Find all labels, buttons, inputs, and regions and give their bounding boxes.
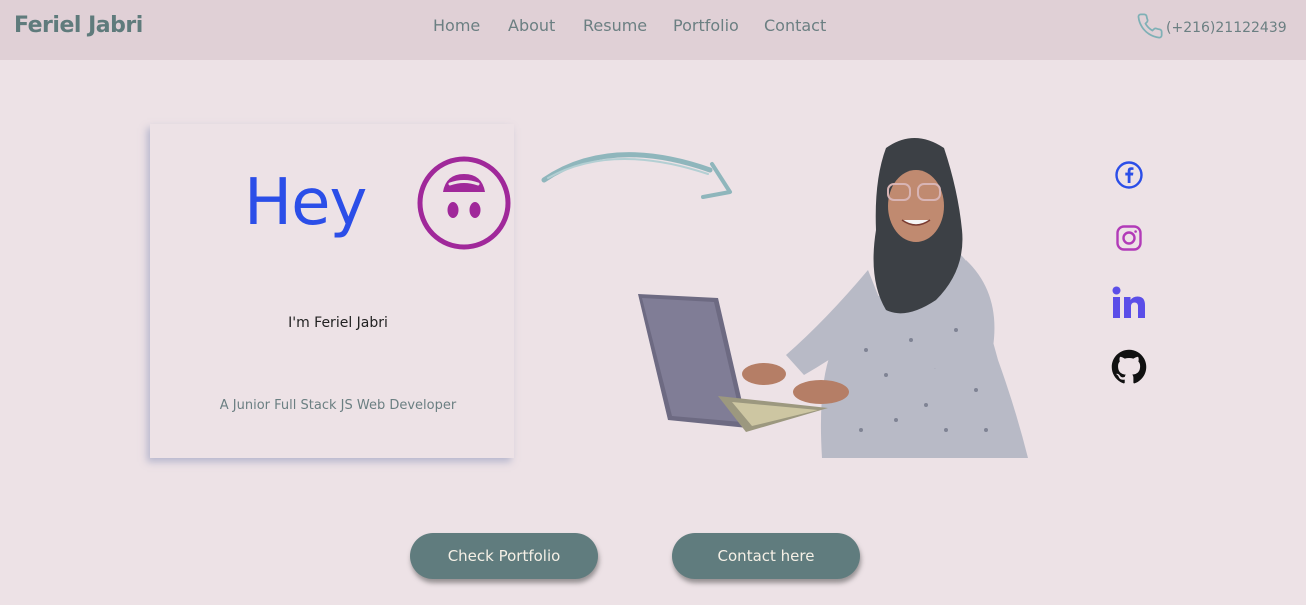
phone-number: (+216)21122439 xyxy=(1166,20,1287,36)
nav-contact[interactable]: Contact xyxy=(764,16,826,35)
nav-home[interactable]: Home xyxy=(433,16,480,35)
portrait-photo xyxy=(636,130,1036,458)
hero-greeting: Hey xyxy=(244,166,367,240)
upside-down-face-icon xyxy=(416,154,512,257)
github-icon[interactable] xyxy=(1110,348,1148,386)
nav-resume[interactable]: Resume xyxy=(583,16,647,35)
hero-subtitle: A Junior Full Stack JS Web Developer xyxy=(219,398,457,413)
contact-here-button[interactable]: Contact here xyxy=(672,533,860,579)
facebook-icon[interactable] xyxy=(1110,156,1148,194)
linkedin-icon[interactable] xyxy=(1110,284,1148,322)
phone-icon xyxy=(1136,12,1164,45)
check-portfolio-button[interactable]: Check Portfolio xyxy=(410,533,598,579)
instagram-icon[interactable] xyxy=(1110,219,1148,257)
phone-contact[interactable]: (+216)21122439 xyxy=(1136,12,1287,45)
brand-logo[interactable]: Feriel Jabri xyxy=(14,13,143,38)
navbar: Feriel Jabri Home About Resume Portfolio… xyxy=(0,0,1306,60)
hero-intro: I'm Feriel Jabri xyxy=(288,315,388,331)
nav-portfolio[interactable]: Portfolio xyxy=(673,16,739,35)
nav-about[interactable]: About xyxy=(508,16,555,35)
